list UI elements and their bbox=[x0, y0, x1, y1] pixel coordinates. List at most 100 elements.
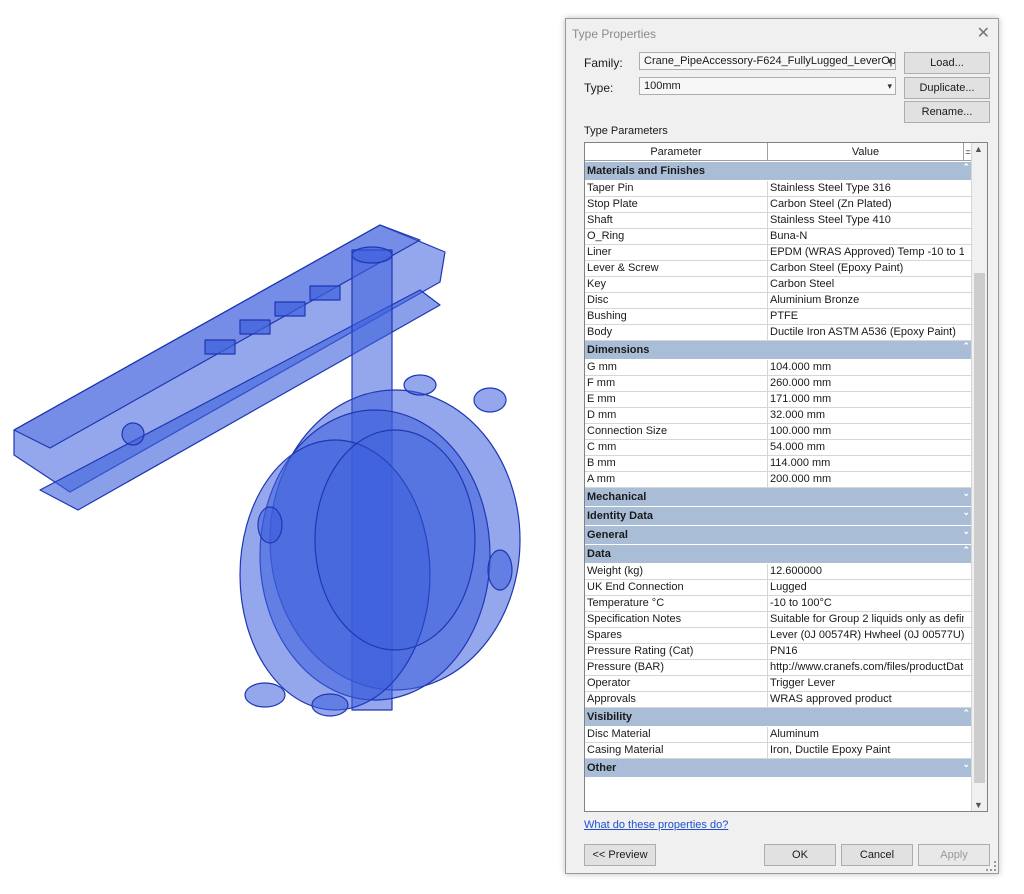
chevron-down-icon[interactable]: ⌄ bbox=[962, 522, 970, 541]
type-select[interactable]: 100mm ▾ bbox=[639, 77, 896, 95]
rename-button[interactable]: Rename... bbox=[904, 101, 990, 123]
group-name: Visibility bbox=[587, 711, 633, 723]
parameter-row: Disc Aluminium Bronze bbox=[585, 293, 980, 309]
chevron-up-icon[interactable]: ⌃ bbox=[962, 541, 970, 560]
parameter-name: A mm bbox=[587, 473, 616, 485]
parameter-name: UK End Connection bbox=[587, 581, 684, 593]
parameter-value[interactable]: 171.000 mm bbox=[767, 392, 964, 407]
parameter-value[interactable]: Carbon Steel (Zn Plated) bbox=[767, 197, 964, 212]
parameter-value[interactable]: 200.000 mm bbox=[767, 472, 964, 487]
parameter-name: B mm bbox=[587, 457, 616, 469]
parameter-name: Disc bbox=[587, 294, 609, 306]
parameter-value[interactable]: 32.000 mm bbox=[767, 408, 964, 423]
parameter-name: Pressure Rating (Cat) bbox=[587, 645, 694, 657]
parameter-value[interactable]: Stainless Steel Type 316 bbox=[767, 181, 964, 196]
group-header[interactable]: General ⌄ bbox=[585, 526, 972, 545]
family-select[interactable]: Crane_PipeAccessory-F624_FullyLugged_Lev… bbox=[639, 52, 896, 70]
parameter-name: F mm bbox=[587, 377, 616, 389]
parameter-value[interactable]: Stainless Steel Type 410 bbox=[767, 213, 964, 228]
chevron-up-icon[interactable]: ⌃ bbox=[962, 337, 970, 356]
parameter-value[interactable]: -10 to 100°C bbox=[767, 596, 964, 611]
parameter-name: Connection Size bbox=[587, 425, 668, 437]
group-name: Other bbox=[587, 762, 617, 774]
parameter-row: Bushing PTFE bbox=[585, 309, 980, 325]
parameter-value[interactable]: Ductile Iron ASTM A536 (Epoxy Paint) bbox=[767, 325, 964, 340]
parameter-value[interactable]: Lever (0J 00574R) Hwheel (0J 00577U) bbox=[767, 628, 964, 643]
parameter-value[interactable]: Aluminium Bronze bbox=[767, 293, 964, 308]
parameter-value[interactable]: Iron, Ductile Epoxy Paint bbox=[767, 743, 964, 758]
group-header[interactable]: Materials and Finishes ⌃ bbox=[585, 162, 972, 181]
group-header[interactable]: Other ⌄ bbox=[585, 759, 972, 778]
vertical-scrollbar[interactable]: ▲ ▼ bbox=[971, 143, 987, 811]
parameter-row: Pressure (BAR) http://www.cranefs.com/fil… bbox=[585, 660, 980, 676]
load-button[interactable]: Load... bbox=[904, 52, 990, 74]
parameter-value[interactable]: 12.600000 bbox=[767, 564, 964, 579]
parameter-name: E mm bbox=[587, 393, 616, 405]
preview-button[interactable]: << Preview bbox=[584, 844, 656, 866]
parameter-value[interactable]: Lugged bbox=[767, 580, 964, 595]
parameter-value[interactable]: Aluminum bbox=[767, 727, 964, 742]
parameter-name: Lever & Screw bbox=[587, 262, 659, 274]
parameter-row: Body Ductile Iron ASTM A536 (Epoxy Paint) bbox=[585, 325, 980, 341]
parameter-name: Pressure (BAR) bbox=[587, 661, 665, 673]
chevron-down-icon[interactable]: ⌄ bbox=[962, 484, 970, 503]
parameter-row: G mm 104.000 mm bbox=[585, 360, 980, 376]
parameter-value[interactable]: EPDM (WRAS Approved) Temp -10 to 100Â° bbox=[767, 245, 964, 260]
parameter-row: Key Carbon Steel bbox=[585, 277, 980, 293]
parameter-value[interactable]: 104.000 mm bbox=[767, 360, 964, 375]
parameter-row: Shaft Stainless Steel Type 410 bbox=[585, 213, 980, 229]
parameter-value[interactable]: Carbon Steel (Epoxy Paint) bbox=[767, 261, 964, 276]
parameter-value[interactable]: 260.000 mm bbox=[767, 376, 964, 391]
column-header-parameter[interactable]: Parameter bbox=[585, 143, 768, 161]
scroll-down-icon[interactable]: ▼ bbox=[974, 800, 983, 810]
parameter-value[interactable]: PTFE bbox=[767, 309, 964, 324]
group-header[interactable]: Mechanical ⌄ bbox=[585, 488, 972, 507]
parameter-value[interactable]: 114.000 mm bbox=[767, 456, 964, 471]
parameter-value[interactable]: PN16 bbox=[767, 644, 964, 659]
close-icon[interactable]: ✕ bbox=[977, 23, 990, 43]
parameter-row: Lever & Screw Carbon Steel (Epoxy Paint) bbox=[585, 261, 980, 277]
ok-button[interactable]: OK bbox=[764, 844, 836, 866]
parameter-value[interactable]: Trigger Lever bbox=[767, 676, 964, 691]
parameter-value[interactable]: Carbon Steel bbox=[767, 277, 964, 292]
parameter-value[interactable]: http://www.cranefs.com/files/productData… bbox=[767, 660, 964, 675]
parameter-row: Taper Pin Stainless Steel Type 316 bbox=[585, 181, 980, 197]
parameter-value[interactable]: 54.000 mm bbox=[767, 440, 964, 455]
parameter-row: E mm 171.000 mm bbox=[585, 392, 980, 408]
scroll-up-icon[interactable]: ▲ bbox=[974, 144, 983, 154]
column-header-value[interactable]: Value bbox=[768, 143, 964, 161]
group-header[interactable]: Visibility ⌃ bbox=[585, 708, 972, 727]
parameter-name: Operator bbox=[587, 677, 631, 689]
parameter-row: Connection Size 100.000 mm bbox=[585, 424, 980, 440]
chevron-up-icon[interactable]: ⌃ bbox=[962, 704, 970, 723]
parameter-value[interactable]: Buna-N bbox=[767, 229, 964, 244]
group-header[interactable]: Identity Data ⌄ bbox=[585, 507, 972, 526]
parameter-value[interactable]: 100.000 mm bbox=[767, 424, 964, 439]
parameter-value[interactable]: WRAS approved product bbox=[767, 692, 964, 707]
parameter-row: C mm 54.000 mm bbox=[585, 440, 980, 456]
group-header[interactable]: Data ⌃ bbox=[585, 545, 972, 564]
chevron-down-icon[interactable]: ⌄ bbox=[962, 755, 970, 774]
group-name: Identity Data bbox=[587, 510, 654, 522]
duplicate-button[interactable]: Duplicate... bbox=[904, 77, 990, 99]
parameter-value[interactable]: Suitable for Group 2 liquids only as def… bbox=[767, 612, 964, 627]
help-link[interactable]: What do these properties do? bbox=[584, 819, 728, 831]
model-viewport[interactable] bbox=[0, 190, 560, 750]
type-label: Type: bbox=[584, 81, 614, 95]
group-header[interactable]: Dimensions ⌃ bbox=[585, 341, 972, 360]
parameter-name: Shaft bbox=[587, 214, 613, 226]
apply-button[interactable]: Apply bbox=[918, 844, 990, 866]
parameter-name: Body bbox=[587, 326, 613, 338]
resize-grip-icon[interactable] bbox=[986, 861, 996, 871]
chevron-down-icon: ▾ bbox=[887, 81, 892, 91]
scrollbar-thumb[interactable] bbox=[974, 273, 985, 783]
cancel-button[interactable]: Cancel bbox=[841, 844, 913, 866]
parameter-name: Stop Plate bbox=[587, 198, 638, 210]
chevron-up-icon[interactable]: ⌃ bbox=[962, 158, 970, 177]
parameter-name: Taper Pin bbox=[587, 182, 634, 194]
group-name: Mechanical bbox=[587, 491, 647, 503]
chevron-down-icon[interactable]: ⌄ bbox=[962, 503, 970, 522]
parameter-name: O_Ring bbox=[587, 230, 625, 242]
parameter-name: Disc Material bbox=[587, 728, 651, 740]
parameter-name: Weight (kg) bbox=[587, 565, 644, 577]
